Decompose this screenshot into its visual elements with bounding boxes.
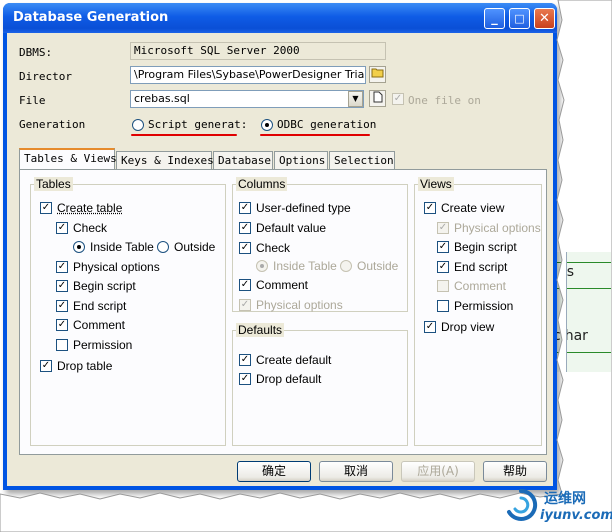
watermark-logo: 运维网 iyunv.com [504,484,612,530]
watermark-swirl-icon [507,488,538,521]
watermark-url: iyunv.com [540,508,612,523]
watermark-cn: 运维网 [544,491,586,507]
background-label-rs: rs [566,264,575,280]
torn-edge-decoration [0,0,612,532]
background-window-visible: rs char [566,252,611,372]
background-label-char: char [567,328,588,344]
